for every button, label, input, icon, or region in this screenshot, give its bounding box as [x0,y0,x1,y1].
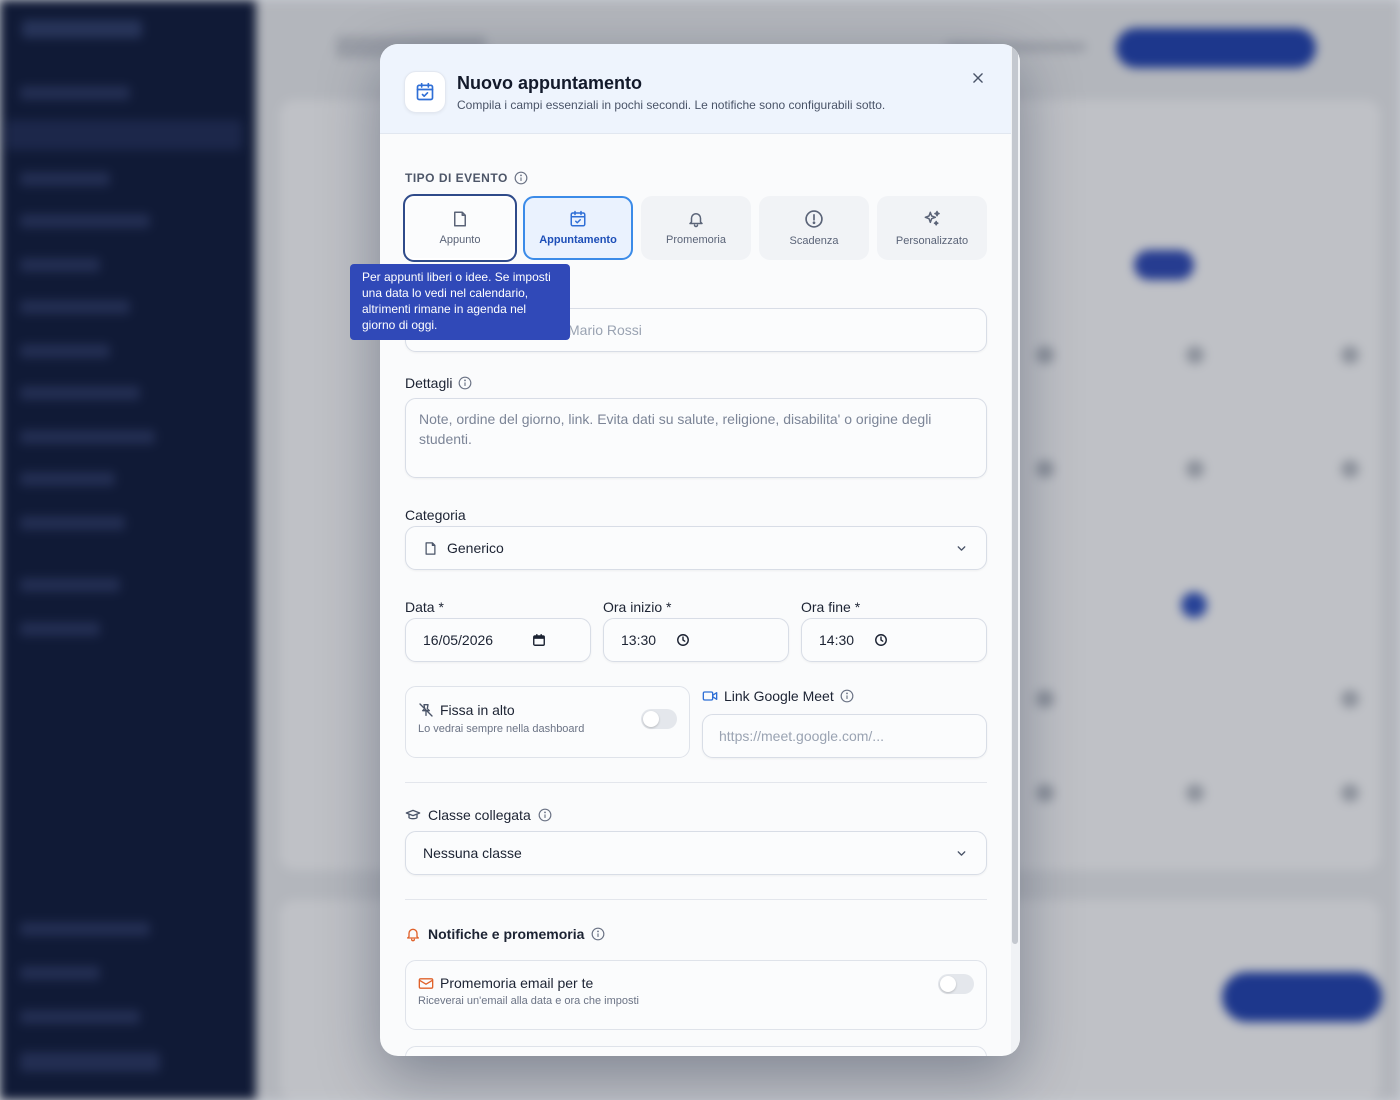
category-value: Generico [447,540,504,556]
category-label: Categoria [405,507,466,523]
start-time-label: Ora inizio * [603,599,672,615]
event-type-scadenza[interactable]: Scadenza [759,196,869,260]
details-textarea[interactable]: Note, ordine del giorno, link. Evita dat… [405,398,987,478]
end-time-value: 14:30 [819,632,855,648]
graduation-cap-icon [405,808,421,822]
date-label: Data * [405,599,444,615]
pin-off-icon [418,702,434,718]
event-type-label: TIPO DI EVENTO [405,171,528,185]
meet-link-placeholder: https://meet.google.com/... [719,728,884,744]
linked-class-label: Classe collegata [405,807,552,823]
video-icon [702,689,718,703]
info-icon[interactable] [458,376,472,390]
details-label: Dettagli [405,375,472,391]
email-reminder-card[interactable]: Promemoria email per te Riceverai un'ema… [405,960,987,1030]
info-icon[interactable] [538,808,552,822]
email-reminder-subtitle: Riceverai un'email alla data e ora che i… [418,995,639,1007]
close-icon [971,71,985,85]
end-time-label: Ora fine * [801,599,861,615]
clock-icon[interactable] [874,633,888,647]
info-icon[interactable] [591,927,605,941]
calendar-check-icon [404,71,446,113]
linked-class-select[interactable]: Nessuna classe [405,831,987,875]
bell-icon [405,926,421,942]
event-type-promemoria[interactable]: Promemoria [641,196,751,260]
event-type-appuntamento[interactable]: Appuntamento [523,196,633,260]
event-type-personalizzato[interactable]: Personalizzato [877,196,987,260]
details-placeholder: Note, ordine del giorno, link. Evita dat… [419,411,932,447]
meet-link-input[interactable]: https://meet.google.com/... [702,714,987,758]
pin-title: Fissa in alto [418,702,515,718]
modal-header: Nuovo appuntamento Compila i campi essen… [380,44,1012,134]
date-input[interactable]: 16/05/2026 [405,618,591,662]
pin-card[interactable]: Fissa in alto Lo vedrai sempre nella das… [405,686,690,758]
start-time-input[interactable]: 13:30 [603,618,789,662]
scrollbar-thumb[interactable] [1012,44,1018,944]
notifications-label: Notifiche e promemoria [405,926,605,942]
start-time-value: 13:30 [621,632,657,648]
meet-label: Link Google Meet [702,688,854,704]
email-reminder-toggle[interactable] [938,974,974,994]
modal-title: Nuovo appuntamento [457,73,642,93]
close-button[interactable] [966,66,990,90]
date-value: 16/05/2026 [423,632,494,648]
note-icon [423,541,438,556]
bell-icon [687,210,705,228]
chevron-down-icon [955,847,968,860]
new-appointment-modal: Nuovo appuntamento Compila i campi essen… [380,44,1020,1056]
pin-toggle[interactable] [641,709,677,729]
pin-subtitle: Lo vedrai sempre nella dashboard [418,723,585,735]
next-notification-card[interactable] [405,1046,987,1056]
calendar-check-icon [569,210,587,228]
event-type-appunto[interactable]: Appunto [403,194,517,262]
end-time-input[interactable]: 14:30 [801,618,987,662]
sparkles-icon [922,209,942,229]
event-type-tooltip: Per appunti liberi o idee. Se imposti un… [350,264,570,340]
info-icon[interactable] [514,171,528,185]
modal-subtitle: Compila i campi essenziali in pochi seco… [457,98,886,112]
mail-icon [418,977,434,990]
clock-icon[interactable] [676,633,690,647]
alert-circle-icon [804,209,824,229]
note-icon [451,210,469,228]
category-select[interactable]: Generico [405,526,987,570]
title-input-placeholder: Mario Rossi [568,322,642,338]
chevron-down-icon [955,542,968,555]
calendar-icon[interactable] [532,633,546,647]
linked-class-value: Nessuna classe [423,845,522,861]
divider [405,782,987,783]
info-icon[interactable] [840,689,854,703]
email-reminder-title: Promemoria email per te [418,975,593,991]
divider [405,899,987,900]
